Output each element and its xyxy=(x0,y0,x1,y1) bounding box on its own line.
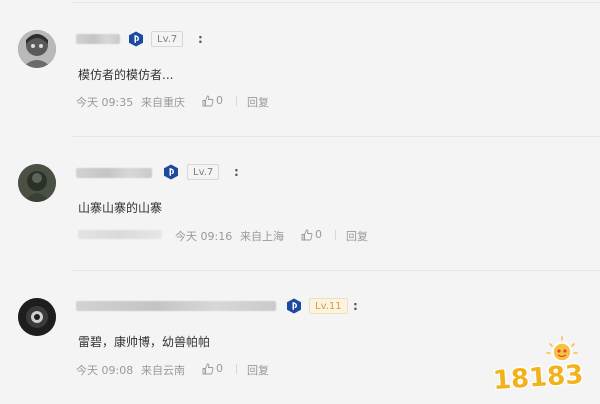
playstation-badge-icon xyxy=(164,164,178,180)
avatar[interactable] xyxy=(18,298,56,336)
like-button[interactable]: 0 xyxy=(301,228,322,241)
comment-location: 来自云南 xyxy=(141,364,185,377)
playstation-badge-icon xyxy=(287,298,301,314)
like-count: 0 xyxy=(315,228,322,241)
comment-time: 今天 09:16 xyxy=(175,230,233,243)
user-level-badge: Lv.7 xyxy=(151,31,184,47)
separator xyxy=(236,364,237,374)
reply-button[interactable]: 回复 xyxy=(247,362,269,378)
playstation-badge-icon xyxy=(129,31,143,47)
like-button[interactable]: 0 xyxy=(202,362,223,375)
like-button[interactable]: 0 xyxy=(202,94,223,107)
signature-redacted xyxy=(78,230,162,239)
colon-separator: : xyxy=(198,32,203,46)
user-level-badge: Lv.11 xyxy=(309,298,348,314)
reply-button[interactable]: 回复 xyxy=(346,228,368,244)
watermark-text: 18183 xyxy=(492,360,584,392)
divider xyxy=(72,136,600,137)
user-level-badge: Lv.7 xyxy=(187,164,220,180)
username-redacted[interactable] xyxy=(76,34,120,44)
like-count: 0 xyxy=(216,362,223,375)
divider xyxy=(72,270,600,271)
comment-text: 模仿者的模仿者... xyxy=(78,68,174,82)
mascot-icon xyxy=(546,336,578,362)
like-count: 0 xyxy=(216,94,223,107)
comment-time: 今天 09:08 xyxy=(76,364,134,377)
thumbs-up-icon xyxy=(202,363,214,374)
username-redacted[interactable] xyxy=(76,301,276,311)
thumbs-up-icon xyxy=(301,229,313,240)
separator xyxy=(335,230,336,240)
username-redacted[interactable] xyxy=(76,168,152,178)
avatar[interactable] xyxy=(18,164,56,202)
site-watermark-logo: 18183 xyxy=(491,336,586,392)
colon-separator: : xyxy=(353,299,358,313)
colon-separator: : xyxy=(234,165,239,179)
thumbs-up-icon xyxy=(202,95,214,106)
divider xyxy=(72,2,600,3)
comment-text: 山寨山寨的山寨 xyxy=(78,201,163,215)
comment-text: 雷碧，康帅博，幼兽帕帕 xyxy=(78,335,211,349)
separator xyxy=(236,96,237,106)
avatar[interactable] xyxy=(18,30,56,68)
comment-location: 来自上海 xyxy=(240,230,284,243)
reply-button[interactable]: 回复 xyxy=(247,94,269,110)
comment-location: 来自重庆 xyxy=(141,96,185,109)
comment-time: 今天 09:35 xyxy=(76,96,134,109)
